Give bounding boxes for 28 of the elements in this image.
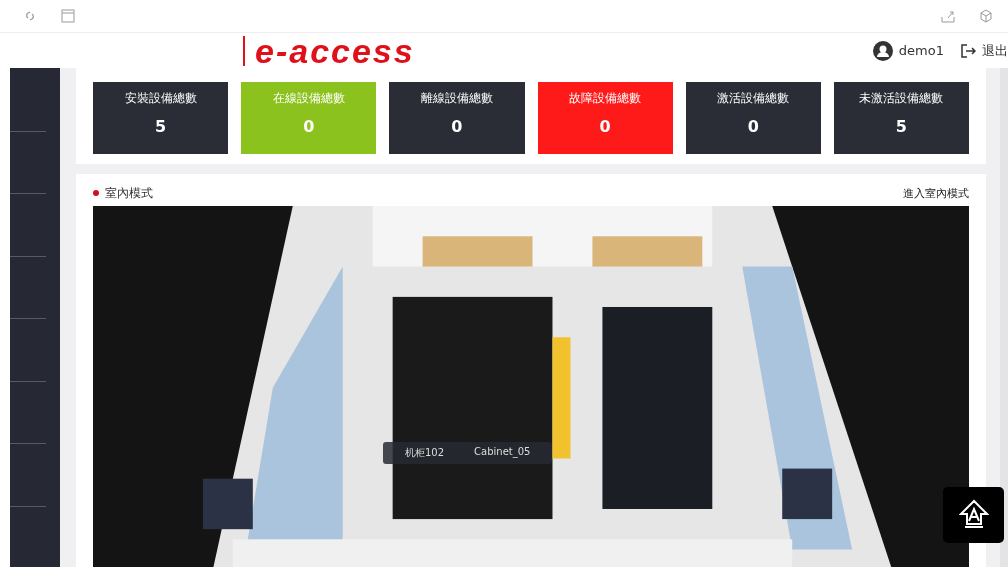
scrollbar[interactable] bbox=[1000, 68, 1008, 567]
cube-icon[interactable] bbox=[978, 8, 994, 24]
window-icon[interactable] bbox=[60, 8, 76, 24]
stat-value: 0 bbox=[303, 117, 315, 136]
enter-indoor-link[interactable]: 進入室內模式 bbox=[903, 185, 969, 201]
stat-value: 5 bbox=[895, 117, 907, 136]
cabinet-name: Cabinet_05 bbox=[474, 446, 531, 460]
status-dot bbox=[93, 190, 99, 196]
avatar-icon bbox=[872, 40, 893, 61]
logout-icon[interactable] bbox=[960, 42, 976, 59]
user-name[interactable]: demo1 bbox=[898, 43, 944, 58]
cabinet-code: 机柜102 bbox=[405, 446, 445, 460]
section-title: 室內模式 bbox=[105, 184, 153, 202]
stat-label: 安裝設備總數 bbox=[124, 90, 197, 107]
stat-label: 離線設備總數 bbox=[420, 90, 493, 107]
stat-value: 0 bbox=[747, 117, 759, 136]
stat-value: 0 bbox=[599, 117, 611, 136]
stat-label: 故障設備總數 bbox=[569, 90, 642, 107]
stat-value: 0 bbox=[451, 117, 463, 136]
stat-label: 未激活設備總數 bbox=[859, 90, 944, 107]
stat-label: 激活設備總數 bbox=[717, 90, 790, 107]
stat-value: 5 bbox=[155, 117, 167, 136]
arrow-house-icon bbox=[958, 499, 989, 531]
app-badge[interactable] bbox=[943, 487, 1004, 543]
share-icon[interactable] bbox=[940, 8, 956, 24]
logout-link[interactable]: 退出 bbox=[982, 41, 1008, 60]
stat-label: 在線設備總數 bbox=[272, 90, 345, 107]
brand-logo: e-access bbox=[243, 35, 415, 66]
